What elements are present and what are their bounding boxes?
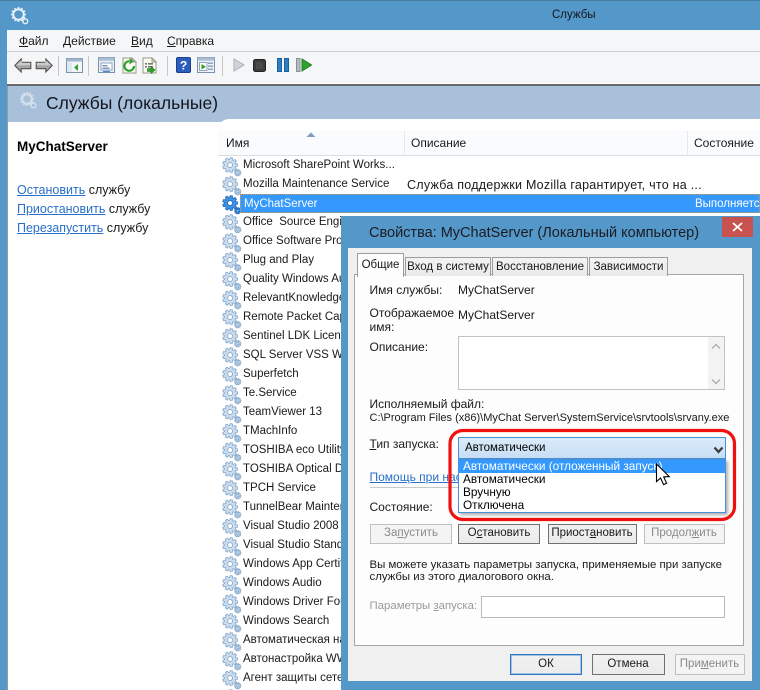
- svg-text:?: ?: [180, 59, 187, 73]
